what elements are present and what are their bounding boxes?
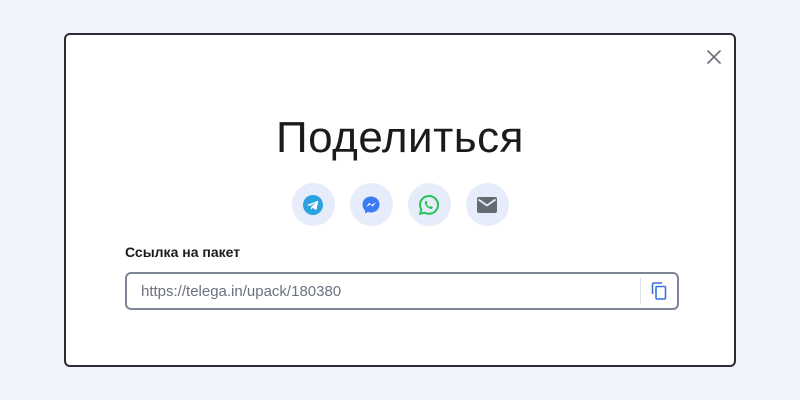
close-icon (707, 50, 721, 64)
whatsapp-icon (418, 194, 440, 215)
share-modal: Поделиться Ссылка на пакет https://teleg… (64, 33, 736, 367)
modal-title: Поделиться (276, 113, 524, 162)
copy-link-button[interactable] (641, 274, 677, 308)
link-field-container (125, 272, 679, 310)
close-button[interactable] (704, 47, 724, 67)
page-backdrop: Поделиться Ссылка на пакет https://teleg… (0, 0, 800, 400)
mail-icon (477, 196, 497, 213)
share-link-input[interactable] (127, 274, 640, 308)
share-telegram-button[interactable] (291, 183, 335, 226)
share-whatsapp-button[interactable] (407, 183, 451, 226)
telegram-icon (303, 194, 323, 215)
messenger-icon (362, 196, 380, 213)
share-buttons-row (66, 183, 734, 226)
copy-icon (651, 282, 667, 300)
share-messenger-button[interactable] (349, 183, 393, 226)
link-label: Ссылка на пакет (125, 244, 241, 260)
share-email-button[interactable] (465, 183, 509, 226)
